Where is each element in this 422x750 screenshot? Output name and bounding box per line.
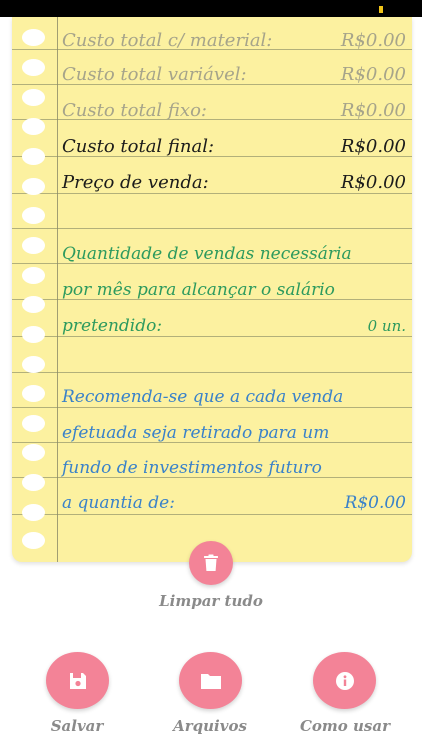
recommendation-text-line4: a quantia de: [62,493,175,513]
material-cost-label: Custo total c/ material: [62,30,273,51]
fixed-cost-label: Custo total fixo: [62,100,207,121]
floppy-disk-icon [68,671,88,691]
binder-hole [22,89,45,106]
binder-hole [22,504,45,521]
material-cost-value: R$0.00 [340,30,406,51]
binder-hole [22,178,45,195]
binder-hole [22,444,45,461]
recommendation-value: R$0.00 [344,493,406,513]
files-button[interactable] [179,652,242,709]
binder-hole [22,356,45,373]
trash-icon [203,554,219,572]
ruled-line [12,372,412,373]
binder-hole [22,207,45,224]
binder-hole [22,118,45,135]
quantity-value: 0 un. [367,317,406,335]
quantity-text-line3: pretendido: [62,316,163,336]
variable-cost-label: Custo total variável: [62,64,247,85]
sale-price-value: R$0.00 [340,172,406,193]
final-cost-value: R$0.00 [340,136,406,157]
margin-line [57,17,58,562]
sale-price-label: Preço de venda: [62,172,209,193]
binder-hole [22,385,45,402]
binder-hole [22,474,45,491]
save-label[interactable]: Salvar [27,717,127,735]
battery-indicator [379,6,383,13]
binder-hole [22,237,45,254]
variable-cost-value: R$0.00 [340,64,406,85]
recommendation-text-line2: efetuada seja retirado para um [62,423,330,443]
quantity-text-line1: Quantidade de vendas necessária [62,244,352,264]
fixed-cost-value: R$0.00 [340,100,406,121]
clear-all-button[interactable] [189,541,233,585]
how-to-use-label[interactable]: Como usar [290,717,400,735]
binder-hole [22,326,45,343]
save-button[interactable] [46,652,109,709]
ruled-line [12,228,412,229]
final-cost-label: Custo total final: [62,136,215,157]
recommendation-text-line3: fundo de investimentos futuro [62,458,322,478]
binder-hole [22,532,45,549]
info-icon [335,671,355,691]
notebook-paper: Custo total c/ material: R$0.00 Custo to… [12,17,412,562]
binder-hole [22,267,45,284]
how-to-use-button[interactable] [313,652,376,709]
files-label[interactable]: Arquivos [160,717,260,735]
binder-hole [22,296,45,313]
binder-hole [22,59,45,76]
binder-hole [22,415,45,432]
folder-icon [200,672,222,690]
status-bar [0,0,422,17]
clear-all-label[interactable]: Limpar tudo [151,592,271,610]
recommendation-text-line1: Recomenda-se que a cada venda [62,387,344,407]
binder-hole [22,148,45,165]
binder-hole [22,29,45,46]
quantity-text-line2: por mês para alcançar o salário [62,280,335,300]
